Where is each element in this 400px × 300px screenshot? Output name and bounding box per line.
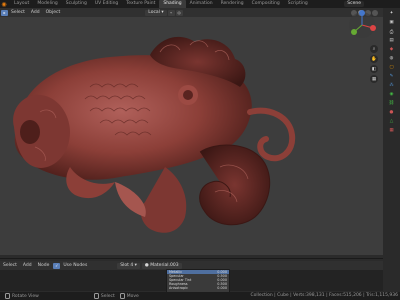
scene-selector[interactable]: Scene [344,1,364,7]
node-input-value: 0.000 [217,286,227,290]
3d-viewport[interactable] [0,17,383,255]
node-input-label: Anisotropic [169,286,188,290]
output-icon[interactable]: ⎙ [388,28,395,35]
viewport-nav-controls: ⌕ ✋ ◧ ▦ [370,45,378,83]
status-rotate-label: Rotate View [12,293,39,299]
texture-icon[interactable]: ▦ [388,127,395,134]
render-icon[interactable]: ▣ [388,19,395,26]
constraints-icon[interactable]: ⛓ [388,100,395,107]
world-icon[interactable]: ◍ [388,55,395,62]
scene-label: Scene [347,1,361,6]
material-name: Material.003 [150,262,179,268]
physics-icon[interactable]: ◉ [388,91,395,98]
status-move: Move [119,293,139,299]
status-bar: Rotate View Select Move Collection | Cub… [0,292,400,300]
properties-tabs: ✦ ▣ ⎙ ▤ ◆ ◍ ▢ ✎ ⁂ ◉ ⛓ ● △ ▦ [383,8,400,294]
zoom-icon[interactable]: ⌕ [370,45,378,53]
tab-uv-editing[interactable]: UV Editing [91,0,122,8]
slot-dropdown[interactable]: Slot 4 ▾ [117,262,140,269]
proportional-icon[interactable]: ◎ [175,9,183,16]
menu-object[interactable]: Object [43,10,64,15]
tool-icon[interactable]: ✦ [388,10,395,17]
use-nodes-label: Use Nodes [63,263,88,268]
tab-layout[interactable]: Layout [10,0,33,8]
slot-value: Slot 4 [120,262,134,268]
tab-texture-paint[interactable]: Texture Paint [122,0,159,8]
material-dropdown[interactable]: ● Material.003 [141,262,182,269]
koi-fish-sculpture [13,36,296,233]
camera-icon[interactable]: ◧ [370,65,378,73]
tab-animation[interactable]: Animation [186,0,217,8]
hand-icon[interactable]: ✋ [370,55,378,63]
mouse-left-icon [93,293,99,299]
mouse-right-icon [119,293,125,299]
tab-rendering[interactable]: Rendering [217,0,248,8]
principled-bsdf-node[interactable]: Metallic 0.000 Specular 0.500 Specular Tint 0… [166,269,230,293]
menu-select[interactable]: Select [8,10,28,15]
workspace-tabs: Layout Modeling Sculpting UV Editing Texture… [10,0,312,8]
menu-add[interactable]: Add [28,10,43,15]
node-menu-add[interactable]: Add [20,263,35,268]
snap-icon[interactable]: ⌁ [167,9,175,16]
status-rotate: Rotate View [5,293,39,299]
cursor-icon[interactable]: ▸ [1,9,8,16]
navigation-gizmo[interactable] [347,10,377,40]
area-divider[interactable] [0,258,383,259]
material-icon[interactable]: ● [388,109,395,116]
mouse-middle-icon [5,293,10,299]
node-input-row[interactable]: Anisotropic 0.000 [167,286,229,290]
top-bar: ◉ Layout Modeling Sculpting UV Editing Textu… [0,0,400,8]
node-menu-node[interactable]: Node [35,263,53,268]
view-layer-icon[interactable]: ▤ [388,37,395,44]
transform-orientation-dropdown[interactable]: Local ▾ [145,9,167,16]
node-menu-select[interactable]: Select [0,263,20,268]
status-select-label: Select [100,293,115,299]
data-icon[interactable]: △ [388,118,395,125]
tab-shading[interactable]: Shading [159,0,186,8]
use-nodes-checkbox[interactable]: ✓ [53,262,61,269]
viewport-header: ▸ Select Add Object Local ▾ ⌁ ◎ [0,8,383,17]
scene-icon[interactable]: ◆ [388,46,395,53]
status-select: Select [93,293,115,299]
particles-icon[interactable]: ⁂ [388,82,395,89]
transform-orientation-value: Local [148,9,160,15]
tab-modeling[interactable]: Modeling [33,0,61,8]
perspective-grid-icon[interactable]: ▦ [370,75,378,83]
tab-compositing[interactable]: Compositing [248,0,284,8]
modifier-icon[interactable]: ✎ [388,73,395,80]
blender-logo-icon[interactable]: ◉ [0,0,8,8]
tab-scripting[interactable]: Scripting [284,0,312,8]
object-icon[interactable]: ▢ [388,64,395,71]
tab-sculpting[interactable]: Sculpting [62,0,91,8]
scene-stats: Collection | Cube | Verts:398,131 | Face… [250,293,398,298]
status-move-label: Move [126,293,139,299]
